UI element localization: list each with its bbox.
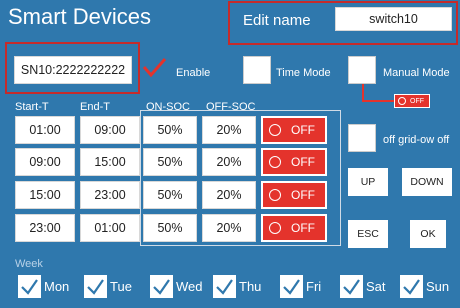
row2-on-soc[interactable]: 50%	[143, 148, 197, 176]
manual-off-label: OFF	[410, 97, 424, 105]
header-start: Start-T	[15, 101, 49, 113]
check-icon	[150, 275, 173, 298]
day-mon-label: Mon	[44, 279, 70, 294]
ok-button[interactable]: OK	[410, 220, 446, 248]
toggle-ring-icon	[269, 124, 281, 136]
row1-start[interactable]: 01:00	[15, 116, 75, 144]
day-sun-checkbox[interactable]: Sun	[400, 275, 449, 298]
toggle-ring-icon	[398, 97, 406, 105]
check-icon	[400, 275, 423, 298]
row3-end[interactable]: 23:00	[80, 181, 140, 209]
row1-state: OFF	[291, 123, 315, 137]
row4-state: OFF	[291, 221, 315, 235]
day-sat-checkbox[interactable]: Sat	[340, 275, 386, 298]
day-thu-checkbox[interactable]: Thu	[213, 275, 261, 298]
row4-end[interactable]: 01:00	[80, 214, 140, 242]
row2-off-toggle[interactable]: OFF	[261, 148, 327, 176]
toggle-ring-icon	[269, 222, 281, 234]
toggle-ring-icon	[269, 189, 281, 201]
toggle-ring-icon	[269, 156, 281, 168]
check-icon	[280, 275, 303, 298]
week-label: Week	[15, 258, 43, 270]
down-button[interactable]: DOWN	[402, 168, 452, 196]
day-tue-label: Tue	[110, 279, 132, 294]
day-mon-checkbox[interactable]: Mon	[18, 275, 69, 298]
day-fri-label: Fri	[306, 279, 322, 294]
row2-end[interactable]: 15:00	[80, 148, 140, 176]
row3-off-soc[interactable]: 20%	[202, 181, 256, 209]
check-icon	[18, 275, 41, 298]
checkmark-icon	[142, 58, 167, 78]
day-fri-checkbox[interactable]: Fri	[280, 275, 321, 298]
up-button[interactable]: UP	[348, 168, 388, 196]
row1-off-toggle[interactable]: OFF	[261, 116, 327, 144]
header-end: End-T	[80, 101, 110, 113]
row3-state: OFF	[291, 188, 315, 202]
serial-field[interactable]: SN10:2222222222	[14, 56, 132, 84]
page-title: Smart Devices	[8, 4, 152, 29]
check-icon	[340, 275, 363, 298]
row4-on-soc[interactable]: 50%	[143, 214, 197, 242]
enable-checkbox[interactable]	[141, 54, 167, 80]
day-wed-label: Wed	[176, 279, 203, 294]
row4-off-toggle[interactable]: OFF	[261, 214, 327, 242]
offgrid-label: off grid-ow off	[383, 134, 450, 146]
time-mode-checkbox[interactable]	[243, 56, 271, 84]
row1-end[interactable]: 09:00	[80, 116, 140, 144]
row2-state: OFF	[291, 155, 315, 169]
edit-name-input[interactable]: switch10	[335, 7, 452, 31]
manual-mode-checkbox[interactable]	[348, 56, 376, 84]
row1-on-soc[interactable]: 50%	[143, 116, 197, 144]
manual-mode-label: Manual Mode	[383, 67, 450, 79]
row4-start[interactable]: 23:00	[15, 214, 75, 242]
row2-off-soc[interactable]: 20%	[202, 148, 256, 176]
row3-on-soc[interactable]: 50%	[143, 181, 197, 209]
day-sun-label: Sun	[426, 279, 450, 294]
edit-name-label: Edit name	[243, 12, 311, 29]
check-icon	[213, 275, 236, 298]
time-mode-label: Time Mode	[276, 67, 331, 79]
row3-start[interactable]: 15:00	[15, 181, 75, 209]
manual-connector-line	[362, 100, 394, 102]
day-tue-checkbox[interactable]: Tue	[84, 275, 132, 298]
row4-off-soc[interactable]: 20%	[202, 214, 256, 242]
manual-off-toggle[interactable]: OFF	[394, 94, 430, 108]
enable-label: Enable	[176, 67, 211, 79]
day-sat-label: Sat	[366, 279, 386, 294]
row2-start[interactable]: 09:00	[15, 148, 75, 176]
esc-button[interactable]: ESC	[348, 220, 388, 248]
day-thu-label: Thu	[239, 279, 262, 294]
offgrid-checkbox[interactable]	[348, 124, 376, 152]
row3-off-toggle[interactable]: OFF	[261, 181, 327, 209]
row1-off-soc[interactable]: 20%	[202, 116, 256, 144]
check-icon	[84, 275, 107, 298]
day-wed-checkbox[interactable]: Wed	[150, 275, 203, 298]
